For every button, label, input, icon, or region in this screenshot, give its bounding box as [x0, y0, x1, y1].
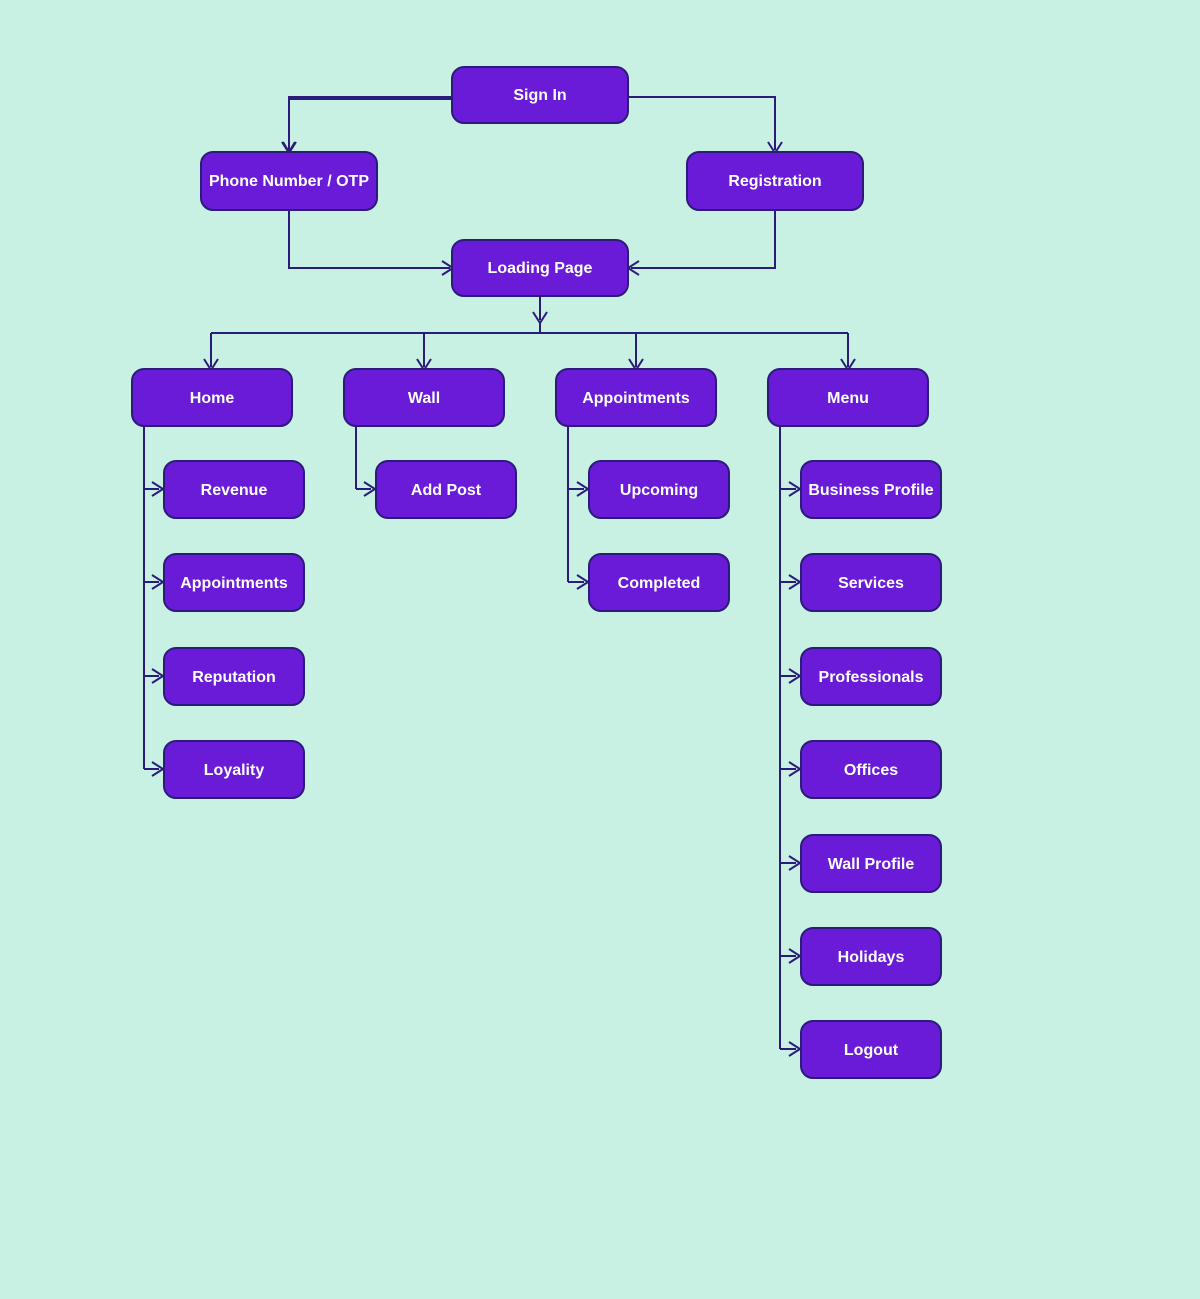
- node-add-post: Add Post: [376, 461, 516, 518]
- node-loading-page: Loading Page: [452, 240, 628, 296]
- node-add-post-label: Add Post: [411, 482, 482, 499]
- node-professionals-label: Professionals: [819, 669, 924, 686]
- node-registration: Registration: [687, 152, 863, 210]
- node-registration-label: Registration: [728, 173, 821, 190]
- node-appointments-home-label: Appointments: [180, 575, 288, 592]
- node-holidays-label: Holidays: [838, 949, 905, 966]
- node-business-profile-label: Business Profile: [808, 482, 933, 499]
- node-loyality-label: Loyality: [204, 762, 265, 779]
- node-loading-page-label: Loading Page: [488, 260, 593, 277]
- node-wall-profile-label: Wall Profile: [828, 856, 915, 873]
- node-wall-profile: Wall Profile: [801, 835, 941, 892]
- node-revenue-label: Revenue: [201, 482, 268, 499]
- node-offices: Offices: [801, 741, 941, 798]
- node-wall: Wall: [344, 369, 504, 426]
- node-business-profile: Business Profile: [801, 461, 941, 518]
- node-appointments-home: Appointments: [164, 554, 304, 611]
- node-reputation: Reputation: [164, 648, 304, 705]
- node-phone-otp-label: Phone Number / OTP: [209, 173, 369, 190]
- node-home-label: Home: [190, 390, 235, 407]
- node-upcoming-label: Upcoming: [620, 482, 698, 499]
- node-holidays: Holidays: [801, 928, 941, 985]
- node-services-label: Services: [838, 575, 904, 592]
- node-sign-in-label: Sign In: [513, 87, 566, 104]
- node-completed: Completed: [589, 554, 729, 611]
- node-wall-label: Wall: [408, 390, 440, 407]
- flowchart-diagram: Sign In Phone Number / OTP Registration …: [0, 0, 1200, 1299]
- node-revenue: Revenue: [164, 461, 304, 518]
- node-professionals: Professionals: [801, 648, 941, 705]
- node-phone-otp: Phone Number / OTP: [201, 152, 377, 210]
- node-reputation-label: Reputation: [192, 669, 276, 686]
- node-loyality: Loyality: [164, 741, 304, 798]
- node-logout-label: Logout: [844, 1042, 899, 1059]
- node-services: Services: [801, 554, 941, 611]
- node-menu: Menu: [768, 369, 928, 426]
- node-appointments-tab-label: Appointments: [582, 390, 690, 407]
- node-logout: Logout: [801, 1021, 941, 1078]
- node-sign-in: Sign In: [452, 67, 628, 123]
- node-upcoming: Upcoming: [589, 461, 729, 518]
- node-appointments-tab: Appointments: [556, 369, 716, 426]
- node-home: Home: [132, 369, 292, 426]
- node-offices-label: Offices: [844, 762, 898, 779]
- node-menu-label: Menu: [827, 390, 869, 407]
- node-completed-label: Completed: [618, 575, 701, 592]
